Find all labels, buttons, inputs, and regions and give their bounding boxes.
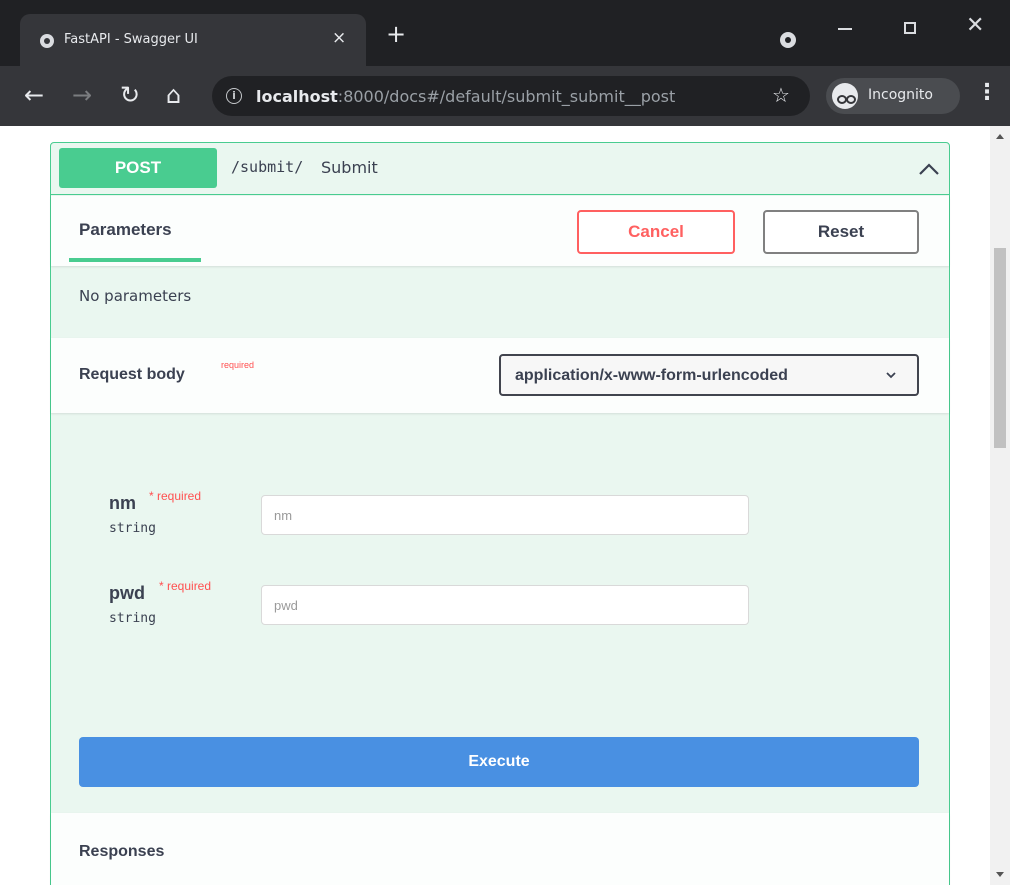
scroll-down-arrow-icon[interactable]: [996, 872, 1004, 877]
field-required-nm: * required: [149, 489, 202, 503]
execute-button[interactable]: Execute: [79, 737, 919, 787]
responses-header: Responses: [51, 813, 949, 885]
address-bar[interactable]: i localhost:8000/docs#/default/submit_su…: [212, 76, 810, 116]
chevron-down-icon: [886, 372, 896, 379]
url-path: :8000/docs#/default/submit_submit__post: [337, 87, 676, 106]
field-type-pwd: string: [109, 611, 156, 626]
fastapi-favicon-icon: [40, 34, 54, 48]
field-type-nm: string: [109, 521, 156, 536]
tab-search-icon[interactable]: [780, 32, 796, 48]
operation-block-post: POST /submit/ Submit Parameters Cancel R…: [50, 142, 950, 885]
request-body-title: Request body: [79, 366, 185, 383]
field-required-pwd: * required: [159, 579, 212, 593]
nm-input[interactable]: [261, 495, 749, 535]
incognito-icon: [832, 83, 858, 109]
browser-toolbar: ← → ↻ ⌂ i localhost:8000/docs#/default/s…: [0, 66, 1010, 126]
url-host: localhost: [256, 87, 338, 106]
field-name-pwd: pwd: [109, 583, 145, 603]
url-text: localhost:8000/docs#/default/submit_subm…: [256, 87, 675, 106]
field-name-nm: nm: [109, 493, 136, 513]
tab-close-icon[interactable]: ×: [332, 28, 346, 48]
responses-title: Responses: [79, 843, 165, 860]
request-body-required: required: [221, 360, 255, 370]
cancel-button[interactable]: Cancel: [577, 210, 735, 254]
new-tab-icon[interactable]: +: [386, 22, 406, 46]
content-type-select[interactable]: application/x-www-form-urlencoded: [499, 354, 919, 396]
content-type-value: application/x-www-form-urlencoded: [515, 367, 788, 384]
operation-path: /submit/: [231, 158, 304, 176]
incognito-badge[interactable]: Incognito: [826, 78, 960, 114]
page-viewport: POST /submit/ Submit Parameters Cancel R…: [0, 126, 990, 885]
back-arrow-icon[interactable]: ←: [24, 82, 44, 108]
no-parameters-text: No parameters: [79, 287, 192, 305]
scrollbar-thumb[interactable]: [994, 248, 1006, 448]
scroll-up-arrow-icon[interactable]: [996, 134, 1004, 139]
maximize-icon[interactable]: [904, 22, 916, 34]
method-badge: POST: [59, 148, 217, 188]
browser-tab-strip: FastAPI - Swagger UI × + ✕: [0, 0, 1010, 66]
tab-parameters[interactable]: Parameters: [79, 220, 172, 240]
operation-summary-text: Submit: [321, 158, 378, 177]
reset-button[interactable]: Reset: [763, 210, 919, 254]
incognito-label: Incognito: [868, 87, 933, 103]
home-icon[interactable]: ⌂: [166, 82, 181, 108]
minimize-icon[interactable]: [838, 28, 852, 30]
operation-summary[interactable]: POST /submit/ Submit: [51, 143, 949, 195]
bookmark-star-icon[interactable]: ☆: [772, 83, 790, 107]
request-body-header: Request body required application/x-www-…: [51, 338, 949, 413]
pwd-input[interactable]: [261, 585, 749, 625]
site-info-icon[interactable]: i: [226, 88, 242, 104]
reload-icon[interactable]: ↻: [120, 82, 140, 108]
menu-kebab-icon[interactable]: ⋮: [976, 80, 998, 105]
forward-arrow-icon[interactable]: →: [72, 82, 92, 108]
browser-tab[interactable]: FastAPI - Swagger UI ×: [20, 14, 366, 66]
tab-title: FastAPI - Swagger UI: [64, 32, 198, 47]
window-close-icon[interactable]: ✕: [966, 14, 984, 38]
parameters-header: Parameters Cancel Reset: [51, 196, 949, 266]
chevron-up-icon[interactable]: [917, 157, 941, 181]
tab-active-indicator: [69, 258, 201, 262]
page-scrollbar[interactable]: [990, 126, 1010, 885]
